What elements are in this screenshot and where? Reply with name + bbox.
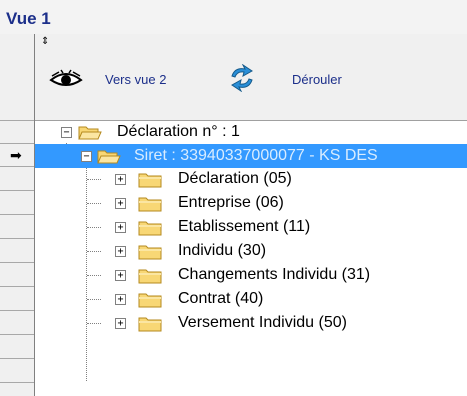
folder-icon	[138, 293, 162, 308]
tree-node-label: Individu (30)	[178, 242, 267, 259]
row-header[interactable]	[0, 121, 34, 144]
tree-node-child[interactable]: + Contrat (40)	[35, 287, 467, 311]
folder-icon	[138, 197, 162, 212]
open-folder-icon	[97, 150, 121, 164]
tree-node-child[interactable]: + Etablissement (11)	[35, 215, 467, 239]
tree-connector	[87, 323, 101, 324]
row-resize-icon[interactable]: ⇕	[41, 37, 49, 47]
row-header[interactable]	[0, 263, 34, 287]
expand-toggle-icon[interactable]: +	[115, 174, 126, 185]
tree-node-child[interactable]: + Entreprise (06)	[35, 191, 467, 215]
row-header[interactable]	[0, 34, 34, 121]
row-header-column: ➡	[0, 34, 35, 396]
tree-connector	[87, 251, 101, 252]
tree-node-label: Changements Individu (31)	[178, 266, 371, 283]
tree-connector	[87, 299, 101, 300]
expand-button[interactable]: Dérouler	[292, 72, 342, 87]
tree-node-label: Déclaration (05)	[178, 170, 292, 187]
tree-connector	[87, 227, 101, 228]
row-header[interactable]	[0, 167, 34, 191]
open-folder-icon	[78, 126, 102, 140]
row-header[interactable]	[0, 359, 34, 383]
row-header[interactable]	[0, 215, 34, 239]
tree-node-label: Contrat (40)	[178, 290, 264, 307]
row-header-current[interactable]: ➡	[0, 144, 34, 167]
folder-icon	[138, 173, 162, 188]
folder-icon	[138, 269, 162, 284]
tree-node-child[interactable]: + Individu (30)	[35, 239, 467, 263]
tree-node-label: Versement Individu (50)	[178, 314, 347, 331]
tree-node-label: Déclaration n° : 1	[117, 123, 240, 140]
tree-node-child[interactable]: + Changements Individu (31)	[35, 263, 467, 287]
window-title-bar: Vue 1	[0, 0, 467, 34]
folder-icon	[138, 221, 162, 236]
tree-node-root[interactable]: − Déclaration n° : 1	[35, 120, 467, 144]
window-title: Vue 1	[6, 9, 51, 28]
tree-node-siret[interactable]: − Siret : 33940337000077 - KS DES	[35, 144, 467, 168]
expand-toggle-icon[interactable]: +	[115, 294, 126, 305]
tree-connector	[87, 275, 101, 276]
tree-grid: ➡ ⇕ Vers vue 2 Dérouler − Déclaration n°…	[0, 34, 467, 396]
expand-toggle-icon[interactable]: +	[115, 270, 126, 281]
expand-toggle-icon[interactable]: +	[115, 222, 126, 233]
tree-node-label: Siret : 33940337000077 - KS DES	[134, 147, 378, 164]
folder-icon	[138, 317, 162, 332]
tree-node-child[interactable]: + Déclaration (05)	[35, 167, 467, 191]
folder-icon	[138, 245, 162, 260]
eye-icon[interactable]	[49, 68, 83, 90]
row-header[interactable]	[0, 335, 34, 359]
expand-toggle-icon[interactable]: +	[115, 246, 126, 257]
tree-node-label: Entreprise (06)	[178, 194, 284, 211]
expand-toggle-icon[interactable]: +	[115, 198, 126, 209]
row-header[interactable]	[0, 287, 34, 311]
row-header[interactable]	[0, 191, 34, 215]
current-row-arrow-icon: ➡	[10, 147, 22, 163]
refresh-icon[interactable]	[227, 64, 257, 92]
row-header[interactable]	[0, 239, 34, 263]
expand-toggle-icon[interactable]: +	[115, 318, 126, 329]
tree-node-label: Etablissement (11)	[178, 218, 311, 235]
toolbar: ⇕ Vers vue 2 Dérouler	[35, 34, 467, 121]
tree-connector	[87, 179, 101, 180]
row-header[interactable]	[0, 311, 34, 335]
view2-button[interactable]: Vers vue 2	[105, 72, 166, 87]
tree-connector	[87, 203, 101, 204]
collapse-toggle-icon[interactable]: −	[81, 151, 92, 162]
tree-node-child[interactable]: + Versement Individu (50)	[35, 311, 467, 335]
collapse-toggle-icon[interactable]: −	[61, 127, 72, 138]
